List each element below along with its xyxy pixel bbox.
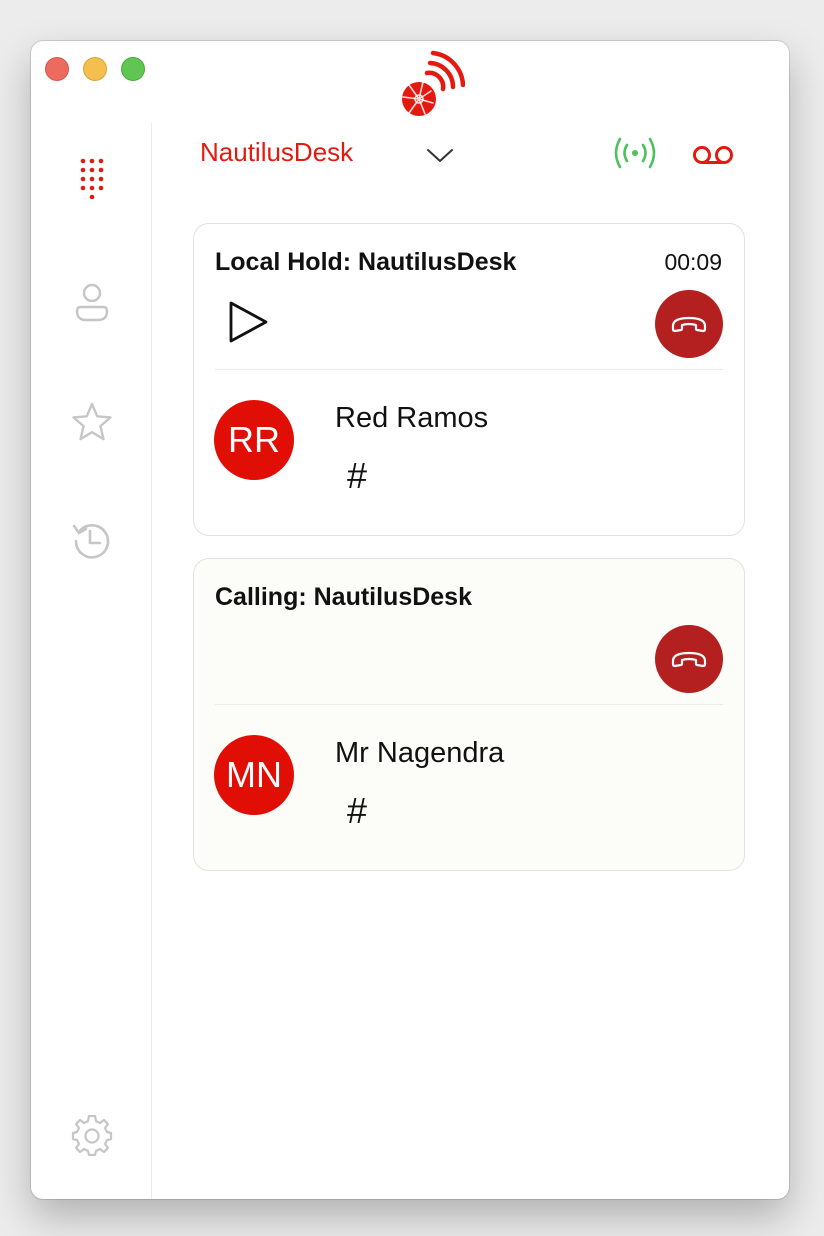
contact-icon — [75, 283, 109, 322]
call-timer: 00:09 — [664, 249, 722, 275]
call-title: Local Hold: NautilusDesk — [215, 248, 517, 276]
chevron-down-icon[interactable] — [424, 139, 456, 171]
play-icon — [229, 301, 268, 343]
call-title: Calling: NautilusDesk — [215, 583, 472, 611]
history-icon — [72, 524, 110, 559]
gear-icon — [71, 1114, 113, 1157]
account-header: NautilusDesk — [200, 133, 759, 177]
sidebar-item-history[interactable] — [71, 519, 113, 561]
connection-status-icon — [612, 135, 658, 171]
account-name[interactable]: NautilusDesk — [200, 137, 353, 168]
hangup-button[interactable] — [655, 625, 723, 693]
contact-name: Red Ramos — [335, 402, 489, 434]
close-window-button[interactable] — [45, 57, 69, 81]
resume-call-button[interactable] — [224, 298, 272, 346]
app-window: NautilusDesk Local Hold: NautilusDesk 00… — [31, 41, 789, 1199]
sidebar-item-contacts[interactable] — [71, 281, 113, 323]
star-icon — [72, 402, 112, 441]
hangup-button[interactable] — [655, 290, 723, 358]
dialpad-icon — [80, 158, 104, 200]
call-card: Local Hold: NautilusDesk 00:09 RR Red Ra… — [193, 223, 745, 536]
sidebar-item-favorites[interactable] — [71, 401, 113, 443]
avatar: RR — [214, 400, 294, 480]
divider — [215, 369, 723, 370]
nautilus-logo-icon — [397, 49, 466, 119]
minimize-window-button[interactable] — [83, 57, 107, 81]
contact-name: Mr Nagendra — [335, 737, 505, 769]
call-card: Calling: NautilusDesk MN Mr Nagendra # — [193, 558, 745, 871]
sidebar-item-settings[interactable] — [71, 1114, 113, 1157]
sidebar-nav — [31, 123, 152, 1199]
divider — [215, 704, 723, 705]
keypad-button[interactable]: # — [347, 793, 367, 829]
avatar: MN — [214, 735, 294, 815]
sidebar-item-dialpad[interactable] — [71, 157, 113, 200]
keypad-button[interactable]: # — [347, 458, 367, 494]
maximize-window-button[interactable] — [121, 57, 145, 81]
hangup-icon — [671, 651, 707, 668]
window-controls — [45, 57, 145, 81]
voicemail-icon[interactable] — [690, 135, 736, 171]
hangup-icon — [671, 316, 707, 333]
